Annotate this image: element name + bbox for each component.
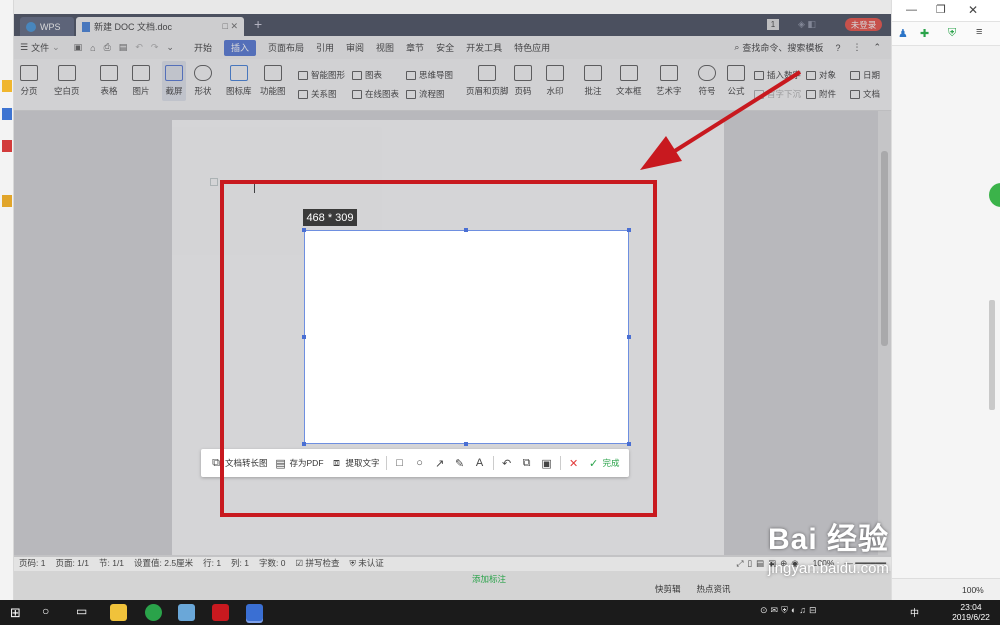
float-badge[interactable]: [989, 183, 1000, 207]
arrow-shaft: [668, 70, 802, 156]
spell-check-button[interactable]: ☑ 拼写检查: [290, 557, 344, 569]
browser-scrollbar[interactable]: [989, 300, 995, 410]
add-tag-link[interactable]: 添加标注: [472, 573, 506, 585]
ime-indicator[interactable]: 中: [910, 606, 919, 619]
maximize-icon[interactable]: ❐: [936, 3, 946, 16]
clock-time: 23:04: [960, 602, 982, 612]
browser-right-panel: — ❐ ✕ ♟ ✚ ⛨ ≡ 100%: [891, 0, 1000, 600]
wps-taskbar-icon[interactable]: [246, 604, 263, 621]
browser-left-sidebar: [0, 0, 14, 600]
quick-clip-link[interactable]: 快剪辑: [655, 583, 681, 595]
browser-zoom[interactable]: 100%: [962, 585, 984, 595]
hot-news-link[interactable]: 热点资讯: [697, 583, 731, 595]
arrow-head: [640, 136, 682, 170]
status-setting: 设置值: 2.5厘米: [134, 558, 194, 568]
status-bar: 页码: 1 页面: 1/1 节: 1/1 设置值: 2.5厘米 行: 1 列: …: [14, 555, 891, 571]
shield-icon[interactable]: ⛨: [948, 27, 956, 40]
baidu-watermark: Bai 经验 jingyan.baidu.com: [768, 514, 988, 584]
user-icon[interactable]: ♟: [898, 27, 908, 40]
annotation-highlight-box: [220, 180, 657, 517]
weibo-icon[interactable]: [2, 140, 12, 152]
clock-date: 2019/6/22: [952, 612, 990, 622]
browser-window-controls: — ❐ ✕: [892, 0, 1000, 22]
browser-bottom-links: 快剪辑 热点资讯: [655, 583, 731, 595]
app-icon[interactable]: [2, 108, 12, 120]
browser-toolbar: ♟ ✚ ⛨ ≡: [892, 22, 1000, 46]
app-icon[interactable]: [212, 604, 229, 621]
close-icon[interactable]: ✕: [968, 3, 978, 17]
file-explorer-icon[interactable]: [110, 604, 127, 621]
menu-icon[interactable]: ≡: [976, 26, 982, 38]
windows-start-icon[interactable]: ⊞: [10, 605, 21, 621]
status-section: 节: 1/1: [99, 558, 125, 568]
status-pages: 页面: 1/1: [55, 558, 89, 568]
system-clock[interactable]: 23:04 2019/6/22: [945, 602, 997, 622]
status-words[interactable]: 字数: 0: [254, 557, 290, 569]
note-icon[interactable]: [2, 195, 12, 207]
annotation-arrow: [640, 70, 802, 170]
windows-taskbar: ⊞ ○ ▭ ⊙✉⛨◐♫⊟ 中 23:04 2019/6/22: [0, 600, 1000, 625]
browser-icon[interactable]: [145, 604, 162, 621]
bookmark-icon[interactable]: [2, 80, 12, 92]
watermark-url: jingyan.baidu.com: [768, 560, 889, 577]
watermark-brand: Bai 经验: [768, 523, 890, 556]
certification-label: 未认证: [358, 558, 384, 568]
status-row: 行: 1: [203, 558, 222, 568]
status-page-number: 页码: 1: [19, 558, 46, 568]
game-icon[interactable]: ✚: [920, 27, 929, 40]
task-view-icon[interactable]: ▭: [76, 604, 87, 618]
minimize-icon[interactable]: —: [906, 4, 917, 16]
notepad-icon[interactable]: [178, 604, 195, 621]
status-col: 列: 1: [231, 558, 249, 568]
system-tray-icons[interactable]: ⊙✉⛨◐♫⊟: [760, 605, 820, 616]
certification-status[interactable]: ⛨ 未认证: [344, 557, 388, 569]
search-icon[interactable]: ○: [42, 604, 49, 618]
spell-check-label: 拼写检查: [305, 558, 340, 568]
